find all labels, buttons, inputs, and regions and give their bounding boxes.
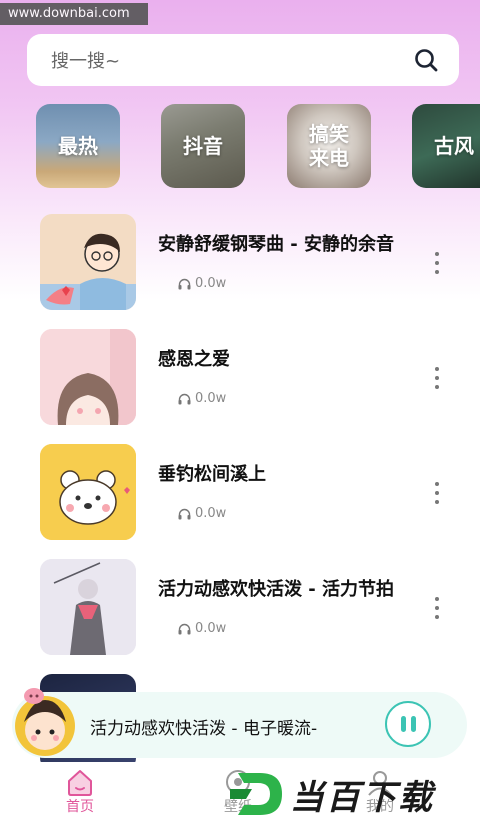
category-row: 最热 抖音 搞笑 来电 古风 [36, 104, 480, 190]
play-count-value: 0.0w [195, 391, 227, 406]
play-count: 0.0w [178, 391, 226, 406]
now-playing-title: 活力动感欢快活泼 - 电子暖流- [90, 719, 318, 739]
category-hot[interactable]: 最热 [36, 104, 120, 188]
more-options-icon[interactable] [433, 597, 441, 619]
song-title: 感恩之爱 [158, 349, 230, 370]
category-funny-ringtone[interactable]: 搞笑 来电 [287, 104, 371, 188]
more-options-icon[interactable] [433, 367, 441, 389]
category-douyin[interactable]: 抖音 [161, 104, 245, 188]
song-cover [40, 444, 136, 540]
song-cover [40, 214, 136, 310]
play-count: 0.0w [178, 621, 226, 636]
category-label: 抖音 [183, 134, 223, 158]
headphones-icon [178, 278, 191, 289]
headphones-icon [178, 508, 191, 519]
play-count-value: 0.0w [195, 506, 227, 521]
search-bar[interactable]: 搜一搜~ [27, 34, 459, 86]
mini-player[interactable]: 活力动感欢快活泼 - 电子暖流- [12, 688, 467, 758]
more-options-icon[interactable] [433, 482, 441, 504]
play-count: 0.0w [178, 276, 226, 291]
category-ancient-style[interactable]: 古风 [412, 104, 480, 188]
player-avatar [15, 688, 75, 756]
category-label: 最热 [58, 134, 98, 158]
list-item[interactable]: 垂钓松间溪上 0.0w [0, 444, 480, 544]
song-title: 垂钓松间溪上 [158, 464, 266, 485]
play-count-value: 0.0w [195, 276, 227, 291]
brand-watermark: 当百下载 [230, 766, 480, 822]
tab-label: 首页 [66, 799, 94, 815]
pause-button[interactable] [385, 701, 431, 747]
more-options-icon[interactable] [433, 252, 441, 274]
list-item[interactable]: 活力动感欢快活泼 - 活力节拍 0.0w [0, 559, 480, 659]
headphones-icon [178, 393, 191, 404]
site-watermark: www.downbai.com [0, 3, 148, 25]
tab-home[interactable]: 首页 [40, 768, 120, 816]
category-label: 搞笑 来电 [309, 122, 349, 170]
home-icon [68, 770, 92, 796]
song-cover [40, 559, 136, 655]
brand-text: 当百下载 [290, 777, 434, 818]
play-count: 0.0w [178, 506, 226, 521]
list-item[interactable]: 安静舒缓钢琴曲 - 安静的余音 0.0w [0, 214, 480, 314]
song-title: 活力动感欢快活泼 - 活力节拍 [158, 579, 395, 600]
list-item[interactable]: 感恩之爱 0.0w [0, 329, 480, 429]
pause-icon [400, 716, 406, 732]
pause-icon [410, 716, 416, 732]
search-placeholder: 搜一搜~ [51, 51, 121, 72]
category-label: 古风 [434, 134, 474, 158]
play-count-value: 0.0w [195, 621, 227, 636]
headphones-icon [178, 623, 191, 634]
search-icon[interactable] [413, 47, 439, 73]
song-title: 安静舒缓钢琴曲 - 安静的余音 [158, 234, 395, 255]
song-cover [40, 329, 136, 425]
brand-logo-icon [230, 773, 282, 815]
